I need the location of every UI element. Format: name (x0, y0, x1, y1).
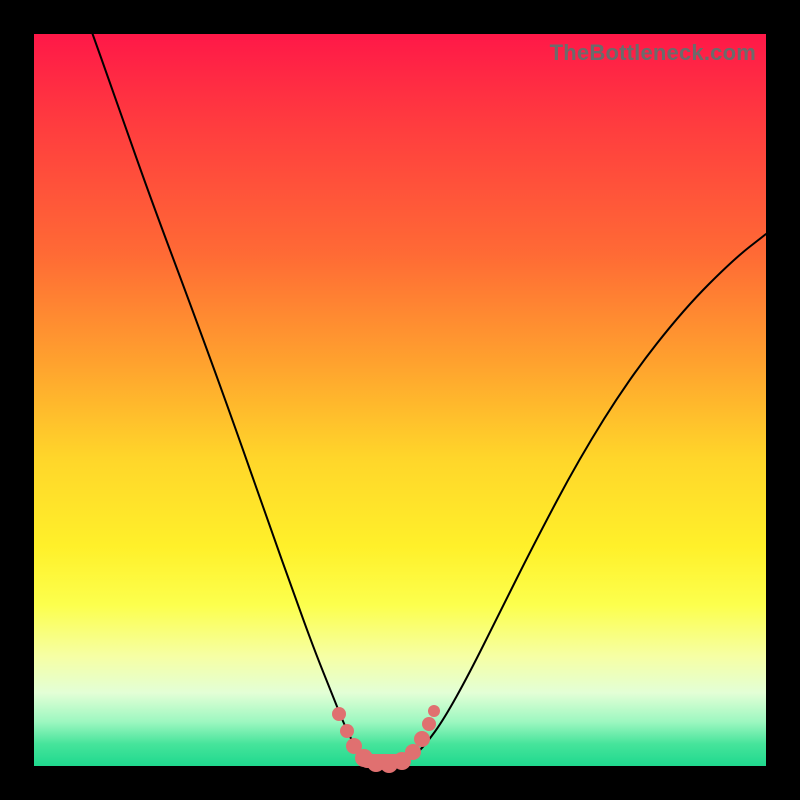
chart-frame: TheBottleneck.com (0, 0, 800, 800)
plot-area: TheBottleneck.com (34, 34, 766, 766)
bottleneck-curve (34, 34, 766, 766)
